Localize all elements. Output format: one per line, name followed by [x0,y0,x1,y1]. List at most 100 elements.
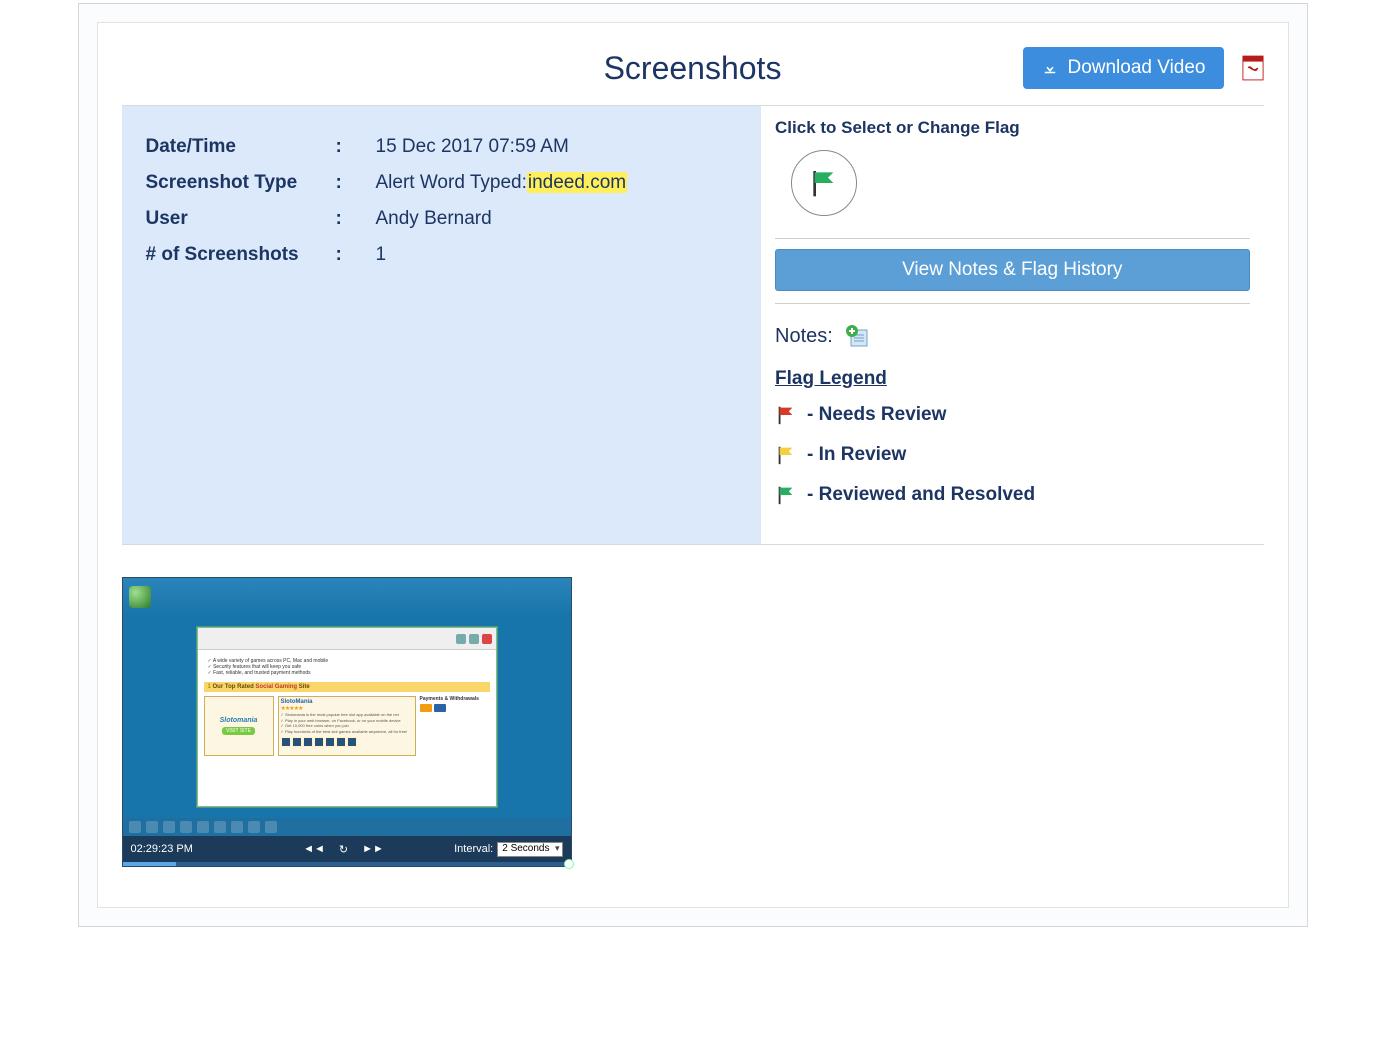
interval-select[interactable]: 2 Seconds [497,842,562,857]
playback-time: 02:29:23 PM [131,843,193,855]
site-bullet: Fast, reliable, and trusted payment meth… [208,670,490,676]
notes-row: Notes: [775,324,1249,348]
tr-suffix: Site [297,684,310,690]
thumb-titlebar [123,578,571,616]
payments-title: Payments & Withdrawals [420,696,490,702]
legend-item: - Needs Review [775,404,1249,426]
inner-frame: Screenshots Download Video Date/Time : 1… [97,22,1289,908]
flag-icon [775,484,797,506]
details-panel: Date/Time : 15 Dec 2017 07:59 AM Screens… [122,106,762,544]
label-type: Screenshot Type [146,172,336,194]
legend-item: - Reviewed and Resolved [775,484,1249,506]
taskbar-icon [129,821,141,833]
notes-label: Notes: [775,325,833,348]
taskbar-icon [180,821,192,833]
thumb-taskbar [123,818,571,836]
site-features: ✓ Slotomania is the most popular free sl… [281,712,413,734]
thumb-progress[interactable] [123,862,571,866]
type-prefix: Alert Word Typed: [376,172,527,193]
legend-text: - Needs Review [807,404,946,426]
card-row: Slotomania VISIT SITE SlotoMania ★★★★★ ✓… [204,696,490,756]
current-flag-button[interactable] [791,150,857,216]
game-strip [281,737,413,747]
playback-buttons: ◄◄ ↻ ►► [303,843,384,856]
value-type: Alert Word Typed:indeed.com [376,172,738,194]
flag-prompt: Click to Select or Change Flag [775,118,1249,138]
taskbar-icon [163,821,175,833]
colon: : [336,208,376,230]
interval-label: Interval: [454,843,493,855]
legend-title: Flag Legend [775,368,1249,390]
visit-site-pill: VISIT SITE [222,727,255,735]
flag-icon [775,404,797,426]
flag-icon [775,444,797,466]
stars-icon: ★★★★★ [281,705,413,712]
app-orb-icon [129,586,151,608]
flag-icon [808,167,840,199]
row-type: Screenshot Type : Alert Word Typed:indee… [146,172,738,194]
pay-cards [420,704,490,712]
browser-window: A wide variety of games across PC, Mac a… [197,627,497,807]
panels: Date/Time : 15 Dec 2017 07:59 AM Screens… [122,106,1264,545]
interval-value: 2 Seconds [502,843,549,854]
legend-text: - Reviewed and Resolved [807,484,1035,506]
rewind-icon[interactable]: ◄◄ [303,843,325,856]
site-bullets: A wide variety of games across PC, Mac a… [208,658,490,676]
flag-panel: Click to Select or Change Flag View Note… [761,106,1263,544]
colon: : [336,136,376,158]
label-count: # of Screenshots [146,244,336,266]
taskbar-icon [265,821,277,833]
legend-text: - In Review [807,444,906,466]
min-icon [456,634,466,644]
pdf-icon[interactable] [1242,55,1264,81]
label-user: User [146,208,336,230]
colon: : [336,244,376,266]
taskbar-icon [248,821,260,833]
screenshot-thumbnail[interactable]: A wide variety of games across PC, Mac a… [122,577,572,867]
divider [775,303,1249,304]
top-rated-bar: 1 Our Top Rated Social Gaming Site [204,682,490,692]
thumbnails-area: A wide variety of games across PC, Mac a… [122,577,1264,867]
view-history-button[interactable]: View Notes & Flag History [775,249,1249,291]
add-note-icon[interactable] [845,324,869,348]
outer-frame: Screenshots Download Video Date/Time : 1… [78,3,1308,927]
site-logo-box: Slotomania VISIT SITE [204,696,274,756]
reload-icon[interactable]: ↻ [339,843,348,856]
forward-icon[interactable]: ►► [362,843,384,856]
taskbar-icon [146,821,158,833]
row-count: # of Screenshots : 1 [146,244,738,266]
legend-list: - Needs Review - In Review - Reviewed an… [775,404,1249,506]
thumb-controls: 02:29:23 PM ◄◄ ↻ ►► Interval: 2 Seconds [123,836,571,862]
max-icon [469,634,479,644]
label-datetime: Date/Time [146,136,336,158]
header-row: Screenshots Download Video [122,47,1264,89]
site-feature: ✓ Slotomania is the most popular free sl… [281,712,413,718]
colon: : [336,172,376,194]
taskbar-icon [197,821,209,833]
taskbar-icon [214,821,226,833]
value-datetime: 15 Dec 2017 07:59 AM [376,136,738,158]
type-alert-word: indeed.com [527,172,627,193]
close-icon [482,634,492,644]
row-datetime: Date/Time : 15 Dec 2017 07:59 AM [146,136,738,158]
row-user: User : Andy Bernard [146,208,738,230]
browser-body: A wide variety of games across PC, Mac a… [198,650,496,806]
site-feature: ✓ Play hundreds of the best slot games a… [281,729,413,735]
download-video-label: Download Video [1067,57,1205,79]
taskbar-icon [231,821,243,833]
page-title: Screenshots [604,50,782,87]
tr-social: Social Gaming [255,684,297,690]
site-mid-box: SlotoMania ★★★★★ ✓ Slotomania is the mos… [278,696,416,756]
legend-item: - In Review [775,444,1249,466]
tr-prefix: Our Top Rated [213,684,256,690]
value-count: 1 [376,244,738,266]
payments-box: Payments & Withdrawals [420,696,490,756]
download-icon [1041,59,1059,77]
interval-control: Interval: 2 Seconds [454,842,562,857]
download-video-button[interactable]: Download Video [1023,47,1223,89]
site-logo-text: Slotomania [220,717,258,724]
browser-chrome [198,628,496,650]
divider [775,238,1249,239]
value-user: Andy Bernard [376,208,738,230]
thumb-desktop: A wide variety of games across PC, Mac a… [123,616,571,818]
